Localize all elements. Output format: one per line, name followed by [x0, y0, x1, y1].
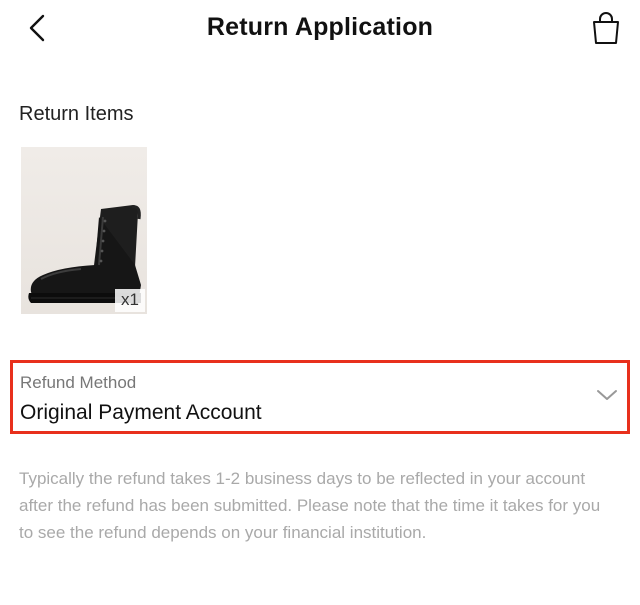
item-quantity: x1: [115, 289, 145, 312]
return-application-screen: Return Application Return Items x1 Refun…: [0, 0, 640, 605]
chevron-down-icon: [595, 385, 619, 405]
return-items-title: Return Items: [19, 103, 134, 125]
refund-method-label: Refund Method: [20, 373, 137, 392]
page-title: Return Application: [206, 13, 434, 41]
shopping-bag-icon: [593, 12, 619, 44]
refund-method-value: Original Payment Account: [20, 401, 262, 424]
header: Return Application: [0, 0, 640, 58]
refund-method-select[interactable]: Refund Method Original Payment Account: [10, 360, 630, 434]
return-item-thumbnail[interactable]: x1: [21, 147, 147, 314]
refund-timing-note: Typically the refund takes 1-2 business …: [19, 469, 601, 542]
shopping-bag-button[interactable]: [586, 8, 626, 48]
